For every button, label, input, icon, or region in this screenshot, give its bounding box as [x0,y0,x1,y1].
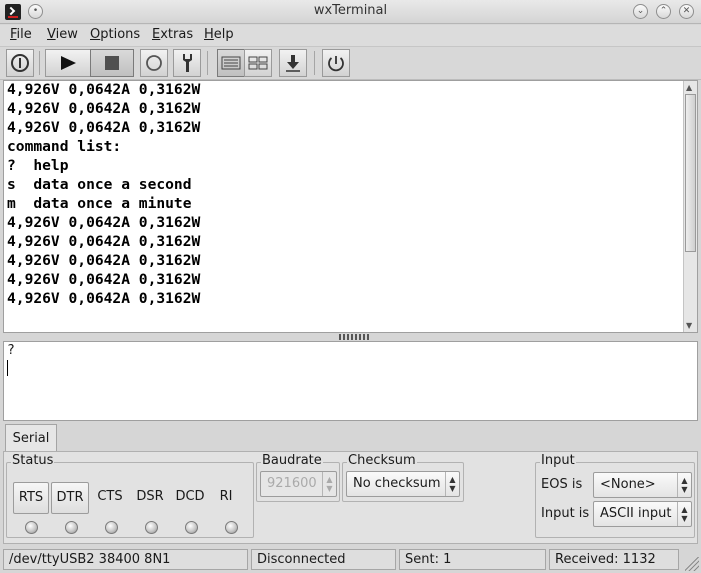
circle-icon [146,55,162,71]
eos-label: EOS is [541,477,583,492]
dtr-led-icon [65,521,78,534]
status-bar: /dev/ttyUSB2 38400 8N1 Disconnected Sent… [0,547,701,573]
menu-help[interactable]: Help [204,27,234,42]
output-line: 4,926V 0,0642A 0,3162W [7,119,201,136]
dcd-label: DCD [175,489,205,504]
power-button[interactable] [6,49,34,77]
output-line: command list: [7,138,122,155]
play-icon [61,56,76,70]
menu-bar: File View Options Extras Help [0,25,701,47]
output-line: ? help [7,157,69,174]
ri-led-icon [225,521,238,534]
tab-serial[interactable]: Serial [5,424,57,452]
output-line: 4,926V 0,0642A 0,3162W [7,271,201,288]
output-line: 4,926V 0,0642A 0,3162W [7,100,201,117]
input-is-value: ASCII input [600,506,672,521]
output-text: 4,926V 0,0642A 0,3162W 4,926V 0,0642A 0,3… [7,81,201,308]
power-icon [11,54,29,72]
output-line: 4,926V 0,0642A 0,3162W [7,252,201,269]
input-group: Input EOS is <None> ▲ ▼ Input is ASCII in… [535,454,695,538]
dcd-led-icon [185,521,198,534]
checksum-group: Checksum No checksum ▲ ▼ [342,454,464,502]
serial-panel: Status RTS DTR CTS DSR DCD RI Baudrate 9… [3,451,698,544]
rts-led-icon [25,521,38,534]
select-arrows-icon: ▲ ▼ [445,472,459,496]
maximize-icon[interactable]: ⌃ [656,4,671,19]
baudrate-value: 921600 [267,476,317,491]
input-group-label: Input [540,453,576,468]
reset-icon [328,56,344,72]
checksum-select[interactable]: No checksum ▲ ▼ [346,471,460,497]
baudrate-label: Baudrate [261,453,323,468]
splitter-handle[interactable] [3,333,698,341]
rts-button[interactable]: RTS [13,482,49,514]
close-icon[interactable]: ✕ [679,4,694,19]
send-input[interactable]: ? [3,341,698,421]
line-view-button[interactable] [217,49,245,77]
baudrate-group: Baudrate 921600 ▲ ▼ [256,454,340,502]
select-arrows-icon: ▲ ▼ [677,473,691,497]
download-button[interactable] [279,49,307,77]
dsr-led-icon [145,521,158,534]
status-connection: Disconnected [251,549,396,570]
menu-extras[interactable]: Extras [152,27,193,42]
spin-arrows-icon[interactable]: ▲ ▼ [322,472,336,496]
wrench-icon [183,54,192,72]
hex-view-button[interactable] [244,49,272,77]
clear-button[interactable] [140,49,168,77]
output-line: 4,926V 0,0642A 0,3162W [7,290,201,307]
input-text: ? [7,343,15,358]
input-is-select[interactable]: ASCII input ▲ ▼ [593,501,692,527]
status-group: Status RTS DTR CTS DSR DCD RI [6,454,254,538]
stop-icon [105,56,119,70]
scroll-down-icon[interactable]: ▼ [686,321,692,330]
output-line: 4,926V 0,0642A 0,3162W [7,81,201,98]
resize-grip-icon[interactable] [685,557,699,571]
output-line: 4,926V 0,0642A 0,3162W [7,214,201,231]
dtr-button[interactable]: DTR [51,482,89,514]
menu-view[interactable]: View [47,27,78,42]
dsr-label: DSR [136,489,164,504]
start-button[interactable] [45,49,91,77]
menu-file[interactable]: File [10,27,32,42]
minimize-icon[interactable]: ⌄ [633,4,648,19]
eos-select[interactable]: <None> ▲ ▼ [593,472,692,498]
menu-options[interactable]: Options [90,27,140,42]
grip-icon [339,334,369,340]
terminal-output[interactable]: 4,926V 0,0642A 0,3162W 4,926V 0,0642A 0,3… [3,80,698,333]
status-group-label: Status [11,453,55,468]
scrollbar-thumb[interactable] [685,94,696,252]
baudrate-spinner[interactable]: 921600 ▲ ▼ [260,471,337,497]
checksum-value: No checksum [353,476,441,491]
grid-view-icon [248,56,268,70]
status-port: /dev/ttyUSB2 38400 8N1 [3,549,248,570]
vertical-scrollbar[interactable]: ▲ ▼ [683,81,697,332]
output-line: s data once a second [7,176,192,193]
text-caret [7,360,8,376]
toolbar [0,47,701,80]
lines-view-icon [221,56,241,70]
output-line: 4,926V 0,0642A 0,3162W [7,233,201,250]
ri-label: RI [219,489,233,504]
title-bar[interactable]: • wxTerminal ⌄ ⌃ ✕ [0,0,701,24]
input-is-label: Input is [541,506,590,521]
checksum-label: Checksum [347,453,417,468]
settings-button[interactable] [173,49,201,77]
cts-label: CTS [97,489,123,504]
status-received: Received: 1132 [549,549,679,570]
reset-button[interactable] [322,49,350,77]
status-sent: Sent: 1 [399,549,546,570]
select-arrows-icon: ▲ ▼ [677,502,691,526]
download-icon [286,55,300,72]
window-title: wxTerminal [313,3,388,18]
scroll-up-icon[interactable]: ▲ [686,83,692,92]
stop-button[interactable] [90,49,134,77]
output-line: m data once a minute [7,195,192,212]
eos-value: <None> [600,477,656,492]
cts-led-icon [105,521,118,534]
